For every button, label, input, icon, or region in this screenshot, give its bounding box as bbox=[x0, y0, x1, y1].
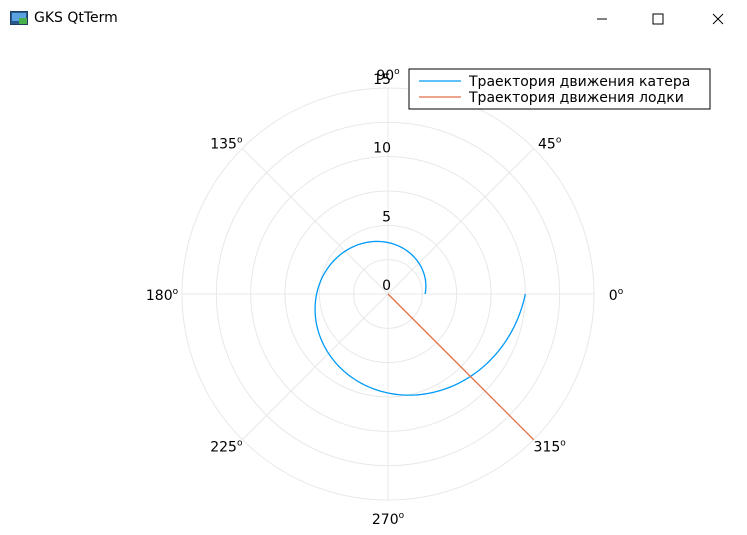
minimize-button[interactable] bbox=[579, 0, 625, 37]
legend-label: Траектория движения катера bbox=[468, 74, 690, 90]
radial-tick-label: 5 bbox=[382, 209, 391, 225]
radial-tick-label: 15 bbox=[373, 72, 391, 88]
series-line bbox=[314, 240, 526, 396]
gks-window: GKS QtTerm 0o 45o 90o 135o 180o 225o 270o 315o … bbox=[0, 0, 747, 535]
maximize-icon bbox=[652, 13, 664, 24]
legend-label: Траектория движения лодки bbox=[468, 90, 684, 106]
grid-spoke bbox=[241, 147, 389, 295]
series-line bbox=[387, 293, 535, 441]
maximize-button[interactable] bbox=[635, 0, 681, 37]
close-icon bbox=[712, 13, 724, 24]
title-bar[interactable]: GKS QtTerm bbox=[0, 0, 747, 37]
angle-tick-label: 315o bbox=[534, 439, 567, 456]
gks-terminal-icon bbox=[10, 11, 28, 25]
angle-tick-label: 135o bbox=[210, 135, 243, 152]
angle-tick-label: 180o bbox=[146, 287, 179, 304]
angle-tick-label: 225o bbox=[210, 439, 243, 456]
plot-area: 0o 45o 90o 135o 180o 225o 270o 315o 0 5 10 15 Трае… bbox=[0, 37, 747, 535]
series-layer bbox=[314, 240, 535, 441]
radial-tick-label: 10 bbox=[373, 141, 391, 157]
polar-chart: 0o45o90o135o180o225o270o315o 051015 Трае… bbox=[146, 67, 711, 528]
radial-tick-label: 0 bbox=[382, 278, 391, 294]
angle-tick-label: 0o bbox=[609, 287, 624, 304]
angle-tick-label: 45o bbox=[538, 135, 562, 152]
legend: Траектория движения катераТраектория дви… bbox=[408, 68, 711, 110]
grid-spoke bbox=[387, 147, 535, 295]
window-title: GKS QtTerm bbox=[34, 10, 118, 26]
close-button[interactable] bbox=[695, 0, 741, 37]
angle-tick-label: 270o bbox=[372, 511, 405, 528]
minimize-icon bbox=[597, 18, 607, 19]
